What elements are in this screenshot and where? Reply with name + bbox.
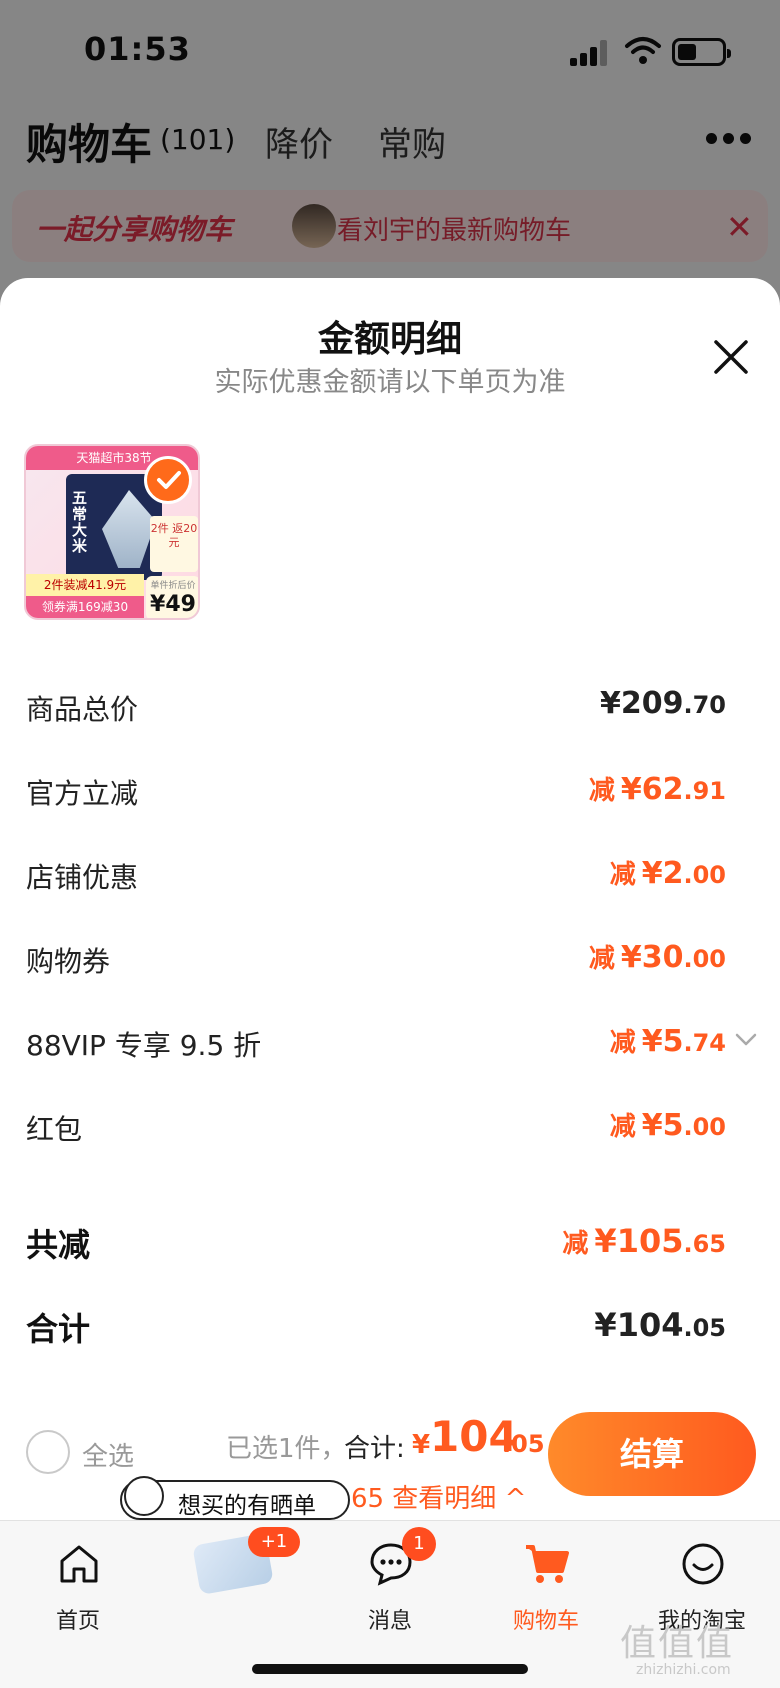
- row-store-discount: 店铺优惠 减 ¥2.00: [0, 836, 780, 920]
- product-thumbnail[interactable]: 天猫超市38节 五常大米 2件 返20元 2件装减41.9元 领券满169减30…: [24, 444, 200, 620]
- row-total: 合计 ¥104.05: [0, 1286, 780, 1370]
- share-bubble[interactable]: 想买的有晒单: [120, 1476, 350, 1520]
- smile-icon: [682, 1543, 724, 1585]
- row-88vip[interactable]: 88VIP 专享 9.5 折 减 ¥5.74: [0, 1004, 780, 1088]
- row-label: 红包: [26, 1113, 83, 1146]
- tab-home[interactable]: 首页: [18, 1535, 138, 1645]
- row-label: 商品总价: [26, 693, 139, 726]
- recommend-badge: +1: [248, 1527, 300, 1557]
- checkout-button[interactable]: 结算: [548, 1412, 756, 1496]
- row-total-discount: 共减 减 ¥105.65: [0, 1202, 780, 1286]
- sheet-subtitle: 实际优惠金额请以下单页为准: [214, 367, 566, 398]
- thumb-price-label: 单件折后价: [150, 581, 196, 591]
- row-value: 减 ¥62.91: [588, 772, 726, 807]
- row-label: 店铺优惠: [26, 861, 139, 894]
- home-icon: [60, 1545, 98, 1583]
- watermark: 值值值: [620, 1623, 735, 1664]
- coupon-label: 领券满169减30: [26, 596, 144, 618]
- total-label: 合计: [26, 1310, 91, 1348]
- row-subtotal: 商品总价 ¥209.70: [0, 668, 780, 752]
- promo-label: 2件装减41.9元: [26, 574, 144, 596]
- total-value: ¥104.05: [594, 1306, 726, 1344]
- currency-symbol: ¥: [412, 1430, 431, 1460]
- tab-messages[interactable]: 消息 1: [330, 1527, 450, 1645]
- tab-cart-active[interactable]: 购物车: [486, 1535, 606, 1645]
- row-official-discount: 官方立减 减 ¥62.91: [0, 752, 780, 836]
- rice-bag-text: 五常大米: [72, 489, 88, 555]
- row-value: 减 ¥30.00: [588, 940, 726, 975]
- home-indicator: [252, 1664, 528, 1674]
- message-badge: 1: [402, 1527, 436, 1561]
- select-all-radio[interactable]: [26, 1430, 70, 1474]
- checkout-total-label: 合计:: [344, 1434, 405, 1464]
- row-value: 减 ¥2.00: [609, 856, 726, 891]
- row-value: ¥209.70: [599, 686, 726, 721]
- row-shopping-coupon: 购物券 减 ¥30.00: [0, 920, 780, 1004]
- tab-label: 消息: [367, 1609, 412, 1634]
- watermark-url: zhizhizhi.com: [636, 1662, 731, 1678]
- row-label: 88VIP 专享 9.5 折: [26, 1029, 262, 1062]
- amount-rows: 商品总价 ¥209.70 官方立减 减 ¥62.91 店铺优惠 减 ¥2.00 购物…: [0, 668, 780, 1370]
- checkout-bar: 全选 已选1件， 合计: ¥ 104 .05 共减 ¥ 105.65 查看明细 …: [0, 1400, 780, 1520]
- row-label: 官方立减: [26, 777, 139, 810]
- mascot-icon: [124, 1476, 164, 1516]
- row-red-packet: 红包 减 ¥5.00: [0, 1088, 780, 1172]
- check-icon[interactable]: [144, 456, 192, 504]
- return-badge: 2件 返20元: [150, 516, 198, 572]
- thumb-price: ¥49: [150, 592, 196, 617]
- cart-icon: [526, 1545, 569, 1583]
- thumb-price-box: 单件折后价 ¥49: [146, 576, 198, 618]
- row-value: 减 ¥5.00: [609, 1108, 726, 1143]
- chevron-down-icon[interactable]: [734, 1032, 758, 1048]
- tab-label: 首页: [55, 1609, 100, 1634]
- total-discount-label: 共减: [26, 1226, 91, 1264]
- row-label: 购物券: [26, 945, 111, 978]
- total-discount-value: 减 ¥105.65: [562, 1222, 726, 1260]
- selected-count: 已选1件，: [226, 1434, 347, 1464]
- select-all-label[interactable]: 全选: [82, 1436, 134, 1473]
- close-icon[interactable]: [712, 338, 750, 376]
- tab-label: 购物车: [512, 1609, 579, 1634]
- checkout-total-cents: .05: [502, 1430, 545, 1458]
- row-value: 减 ¥5.74: [609, 1024, 726, 1059]
- sheet-title: 金额明细: [317, 319, 462, 360]
- bubble-text: 想买的有晒单: [178, 1493, 316, 1519]
